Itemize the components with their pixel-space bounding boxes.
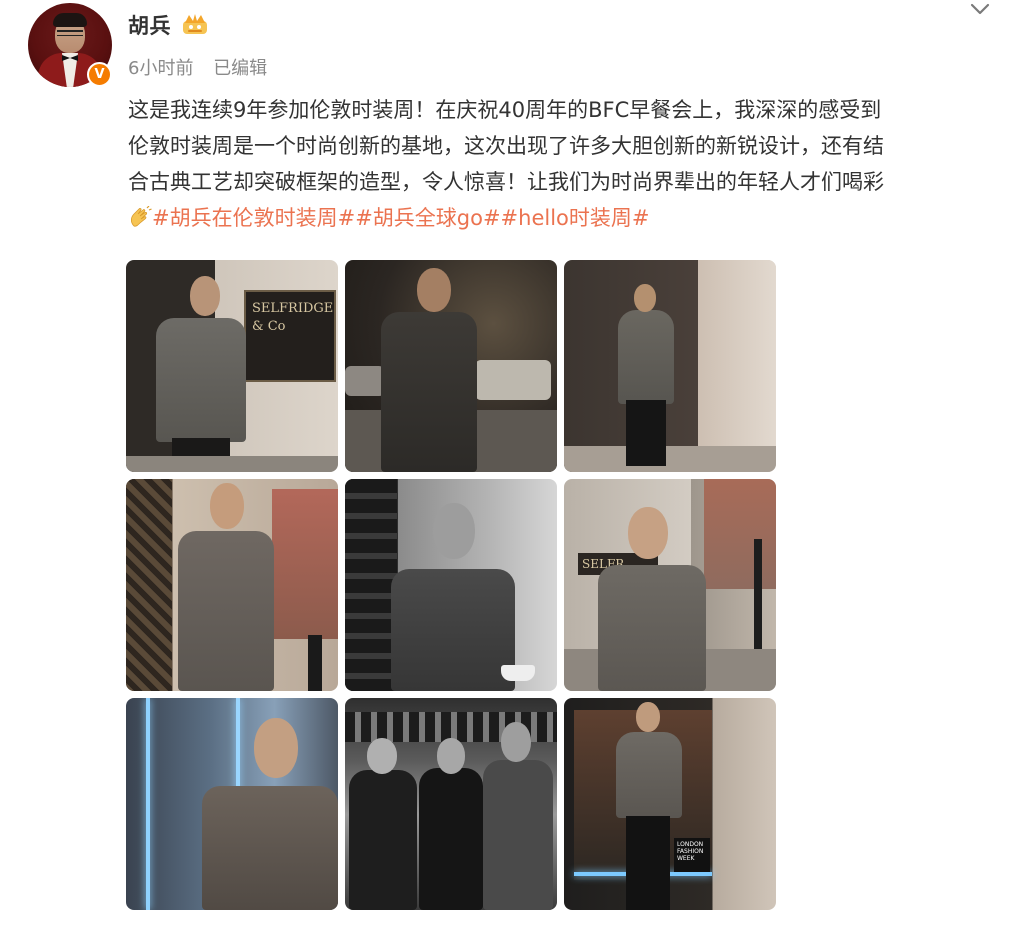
photo-3[interactable] [564,260,776,472]
crown-icon[interactable] [180,12,210,36]
photo-4[interactable] [126,479,338,691]
post-line-1: 这是我连续9年参加伦敦时装周！在庆祝40周年的BFC早餐会上，我深深的感受到 [128,98,882,122]
weibo-post: V 胡兵 6小时前 已编辑 这是我连续9年参加伦敦时装周！在庆祝40周年的BFC… [0,0,1024,929]
photo-5[interactable] [345,479,557,691]
photo-9[interactable]: LONDON FASHION WEEK [564,698,776,910]
selfridges-sign: SELFRIDGE & Co [252,301,334,334]
hashtag-links[interactable]: #胡兵在伦敦时装周##胡兵全球go##hello时装周# [152,206,650,230]
lfw-sign: LONDON FASHION WEEK [674,838,710,872]
photo-8[interactable] [345,698,557,910]
edited-label: 已编辑 [213,58,268,79]
post-text: 这是我连续9年参加伦敦时装周！在庆祝40周年的BFC早餐会上，我深深的感受到 伦… [128,92,998,236]
chevron-down-icon[interactable] [968,0,992,18]
photo-7[interactable] [126,698,338,910]
post-line-3: 合古典工艺却突破框架的造型，令人惊喜！让我们为时尚界辈出的年轻人才们喝彩 [128,170,884,194]
clap-icon [130,206,152,227]
photo-6[interactable]: SELFR [564,479,776,691]
post-line-2: 伦敦时装周是一个时尚创新的基地，这次出现了许多大胆创新的新锐设计，还有结 [128,134,884,158]
post-time[interactable]: 6小时前 [128,58,193,79]
verified-badge-icon: V [87,62,112,87]
photo-1[interactable]: SELFRIDGE & Co [126,260,338,472]
photo-2[interactable] [345,260,557,472]
post-meta: 6小时前 已编辑 [128,54,267,80]
username[interactable]: 胡兵 [128,10,171,40]
